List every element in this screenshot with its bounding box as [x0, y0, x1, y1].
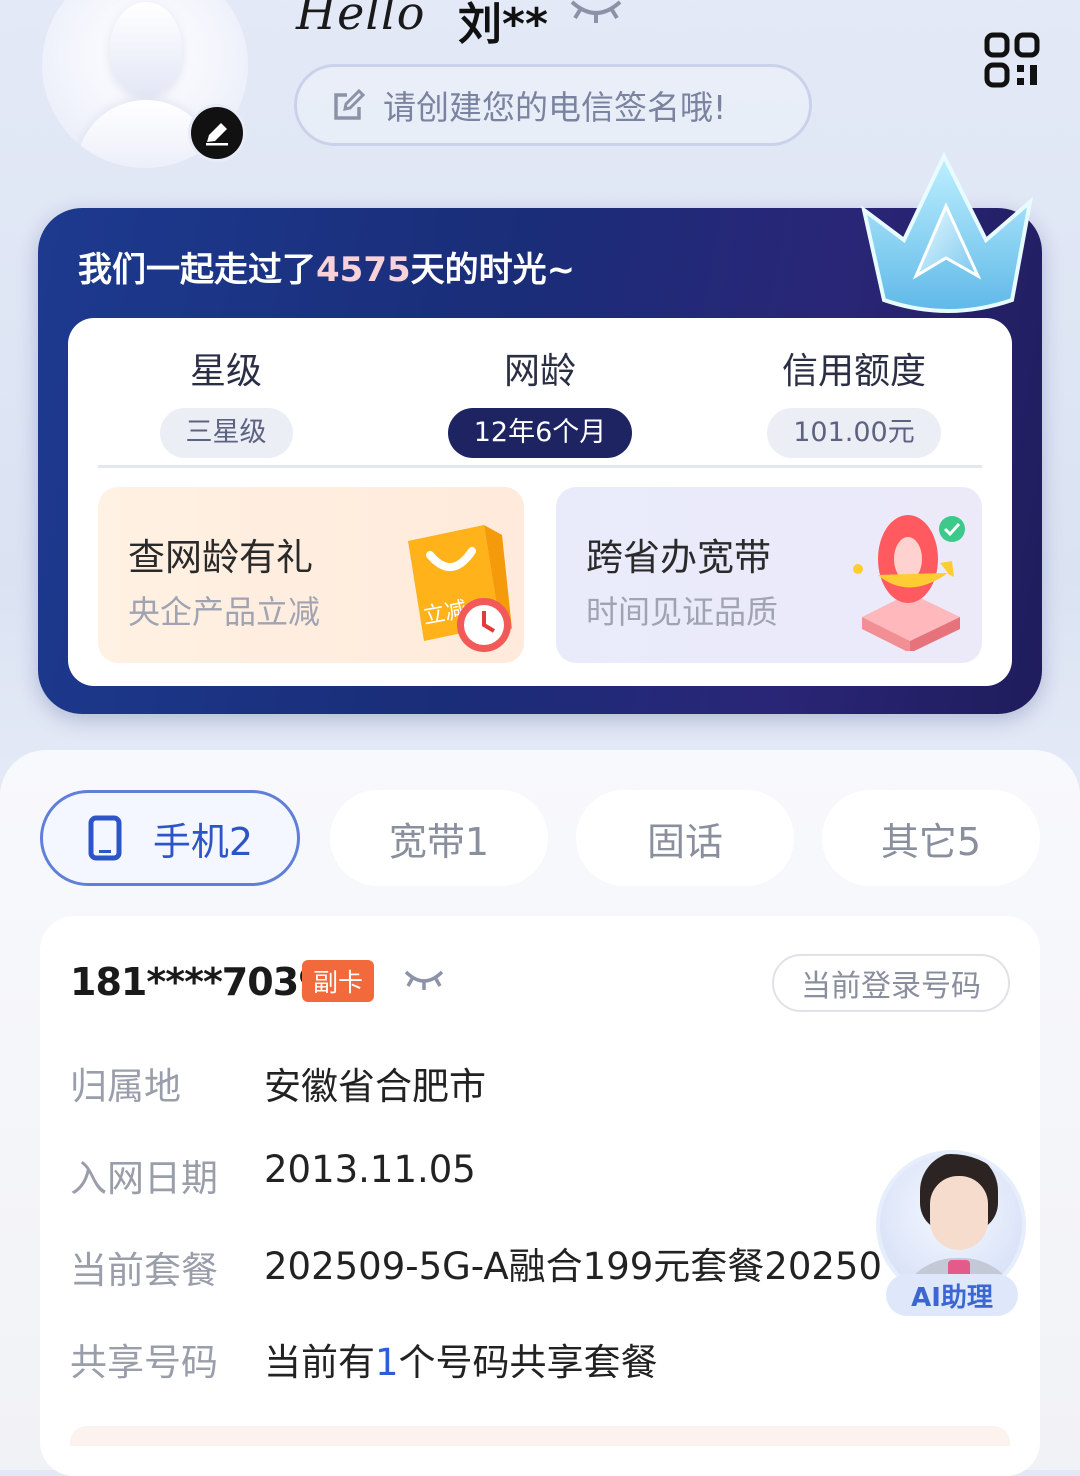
promo-cross-province-broadband[interactable]: 跨省办宽带 时间见证品质	[556, 487, 982, 663]
phone-number: 181****7039	[70, 960, 325, 1004]
next-card-edge	[70, 1426, 1010, 1446]
current-plan-value-wrap[interactable]: 202509-5G-A融合199元套餐20250	[264, 1236, 884, 1296]
crown-icon	[860, 151, 1033, 313]
promo-title: 查网龄有礼	[128, 536, 313, 579]
tab-mobile-label: 手机2	[152, 819, 254, 864]
credit-limit-label: 信用额度	[781, 351, 926, 392]
promo-subtitle: 时间见证品质	[586, 593, 779, 631]
star-level-value: 三星级	[159, 408, 293, 458]
promo-title: 跨省办宽带	[586, 536, 771, 579]
shared-number-label: 共享号码	[70, 1341, 218, 1384]
assistant-face	[930, 1176, 988, 1250]
journey-text: 我们一起走过了4575天的时光~	[78, 242, 575, 291]
journey-prefix: 我们一起走过了	[78, 250, 316, 290]
shopping-bag-icon: 立减	[408, 525, 512, 652]
secondary-card-badge: 副卡	[302, 960, 374, 1002]
shared-suffix: 个号码共享套餐	[398, 1341, 658, 1384]
ai-assistant-label: AI助理	[886, 1274, 1018, 1316]
credit-limit-stat[interactable]: 信用额度 101.00元	[744, 342, 964, 458]
shared-number-value[interactable]: 当前有1个号码共享套餐	[264, 1332, 658, 1386]
tab-mobile[interactable]: 手机2	[40, 790, 300, 886]
eye-closed-icon[interactable]	[566, 0, 626, 26]
shared-prefix: 当前有	[264, 1341, 375, 1384]
location-value: 安徽省合肥市	[264, 1065, 486, 1108]
star-level-label: 星级	[189, 351, 262, 392]
promo-network-age-gift[interactable]: 查网龄有礼 央企产品立减 立减	[98, 487, 524, 663]
journey-suffix: 天的时光~	[410, 250, 576, 290]
network-age-stat[interactable]: 网龄 12年6个月	[430, 342, 650, 458]
divider	[98, 465, 982, 468]
eye-closed-icon[interactable]	[402, 966, 446, 994]
phone-icon	[88, 815, 122, 861]
greeting-text: Hello	[296, 0, 426, 40]
ai-assistant-button[interactable]: AI助理	[872, 1130, 1032, 1316]
edit-icon	[334, 88, 366, 120]
join-date-label: 入网日期	[70, 1157, 218, 1200]
qr-code-icon[interactable]	[984, 32, 1040, 88]
join-date-value: 2013.11.05	[264, 1148, 476, 1191]
tab-landline[interactable]: 固话	[576, 790, 794, 886]
signature-input[interactable]: 请创建您的电信签名哦!	[294, 64, 812, 146]
current-plan-label: 当前套餐	[70, 1249, 218, 1292]
avatar-head-shape	[110, 2, 182, 94]
edit-avatar-button[interactable]	[188, 104, 246, 162]
network-age-value: 12年6个月	[447, 408, 633, 458]
current-login-button[interactable]: 当前登录号码	[772, 954, 1010, 1012]
location-label: 归属地	[70, 1065, 181, 1108]
promo-subtitle: 央企产品立减	[128, 593, 321, 631]
username: 刘**	[458, 0, 549, 50]
star-level-stat[interactable]: 星级 三星级	[116, 342, 336, 458]
journey-days: 4575	[316, 250, 411, 290]
network-age-label: 网龄	[503, 351, 576, 392]
credit-limit-value: 101.00元	[767, 408, 941, 458]
shared-count: 1	[375, 1341, 399, 1384]
tab-broadband[interactable]: 宽带1	[330, 790, 548, 886]
current-plan-value: 202509-5G-A融合199元套餐20250	[264, 1245, 882, 1288]
tab-others[interactable]: 其它5	[822, 790, 1040, 886]
signature-placeholder: 请创建您的电信签名哦!	[383, 88, 727, 127]
pencil-icon	[206, 123, 228, 146]
broadband-3d-icon	[853, 515, 965, 651]
